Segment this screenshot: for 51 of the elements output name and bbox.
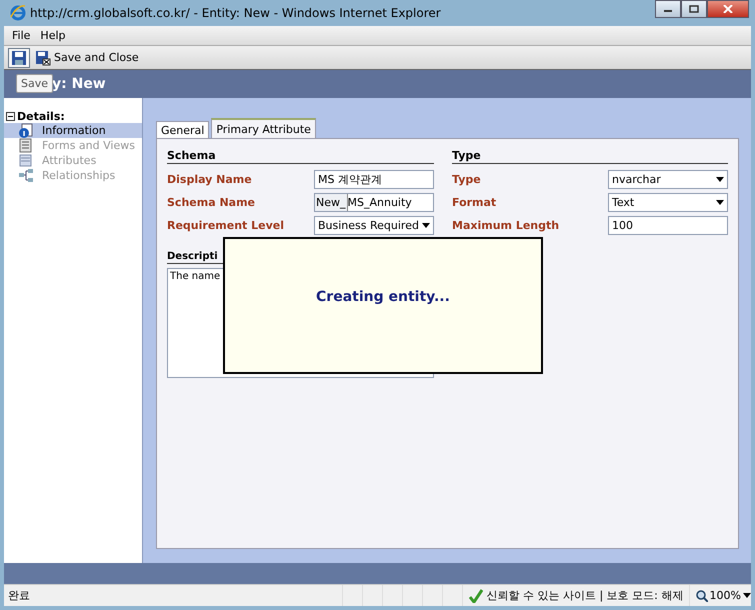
dropdown-value: nvarchar — [612, 173, 661, 186]
dropdown[interactable]: Text — [608, 193, 728, 212]
page-title: y: New — [52, 76, 106, 92]
dropdown[interactable]: nvarchar — [608, 170, 728, 189]
browser-logo-icon — [10, 5, 26, 21]
zoom-control[interactable]: 100% — [688, 585, 751, 606]
field-label: Format — [452, 196, 498, 209]
input-field[interactable]: 100 — [608, 216, 728, 235]
prefix-text: New_ — [315, 194, 348, 211]
section-heading: Schema — [167, 149, 434, 164]
tab[interactable]: General — [156, 121, 210, 138]
minimize-button[interactable] — [655, 0, 681, 18]
input-field[interactable]: MS 계약관계 — [314, 170, 434, 189]
section-heading: Details: — [17, 110, 65, 123]
maximize-icon — [689, 5, 699, 13]
menu-item[interactable]: Help — [40, 29, 66, 42]
caret-icon — [742, 593, 751, 598]
security-zone-text: 신뢰할 수 있는 사이트 | 보호 모드: 해제 — [486, 588, 684, 603]
caret-icon — [716, 200, 724, 205]
field-label: Type — [452, 173, 482, 186]
progress-message: Creating entity... — [316, 288, 450, 304]
checkmark-icon — [469, 588, 484, 602]
field-label: Schema Name — [167, 196, 256, 209]
form-icon — [18, 138, 34, 153]
input-field[interactable]: New_ MS_Annuity — [314, 193, 434, 212]
tab[interactable]: Primary Attribute — [211, 118, 316, 138]
caret-icon — [716, 177, 724, 182]
dropdown-value: Text — [612, 196, 634, 209]
field-value: MS_Annuity — [348, 196, 412, 209]
status-text: 완료 — [7, 588, 31, 603]
save-and-close-button[interactable]: Save and Close — [32, 48, 142, 68]
dropdown-value: Business Required — [318, 219, 419, 232]
sidebar-item[interactable]: Information — [4, 123, 142, 138]
list-icon — [18, 153, 34, 168]
menu-item[interactable]: File — [12, 29, 30, 42]
field-label: Display Name — [167, 173, 253, 186]
save-button[interactable] — [8, 48, 30, 68]
caret-icon — [422, 223, 430, 228]
maximize-button[interactable] — [681, 0, 707, 18]
info-page-icon — [18, 123, 34, 138]
window-title: http://crm.globalsoft.co.kr/ - Entity: New - Windows Internet Explorer — [30, 6, 442, 20]
section-heading: Type — [452, 149, 728, 164]
close-icon — [723, 5, 733, 13]
tooltip: Save — [16, 74, 54, 93]
zoom-icon — [696, 590, 708, 602]
relationship-icon — [18, 168, 34, 183]
dropdown[interactable]: Business Required — [314, 216, 434, 235]
field-label: Requirement Level — [167, 219, 286, 232]
close-button[interactable] — [707, 0, 749, 18]
collapse-toggle[interactable] — [6, 112, 15, 121]
field-label: Maximum Length — [452, 219, 560, 232]
